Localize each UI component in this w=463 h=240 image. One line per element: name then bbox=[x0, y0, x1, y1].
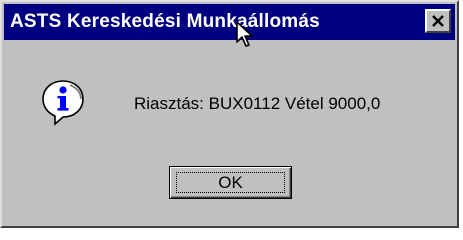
window-title: ASTS Kereskedési Munkaállomás bbox=[10, 11, 320, 32]
mouse-pointer-icon bbox=[236, 21, 253, 47]
alert-dialog: ASTS Kereskedési Munkaállomás Riasztás: … bbox=[0, 0, 459, 228]
close-icon bbox=[432, 15, 444, 27]
close-button[interactable] bbox=[425, 9, 451, 33]
alert-message: Riasztás: BUX0112 Vétel 9000,0 bbox=[134, 94, 381, 113]
info-icon bbox=[42, 80, 84, 126]
ok-button[interactable]: OK bbox=[169, 166, 292, 199]
title-bar[interactable]: ASTS Kereskedési Munkaállomás bbox=[4, 4, 455, 40]
ok-button-label: OK bbox=[218, 173, 243, 192]
